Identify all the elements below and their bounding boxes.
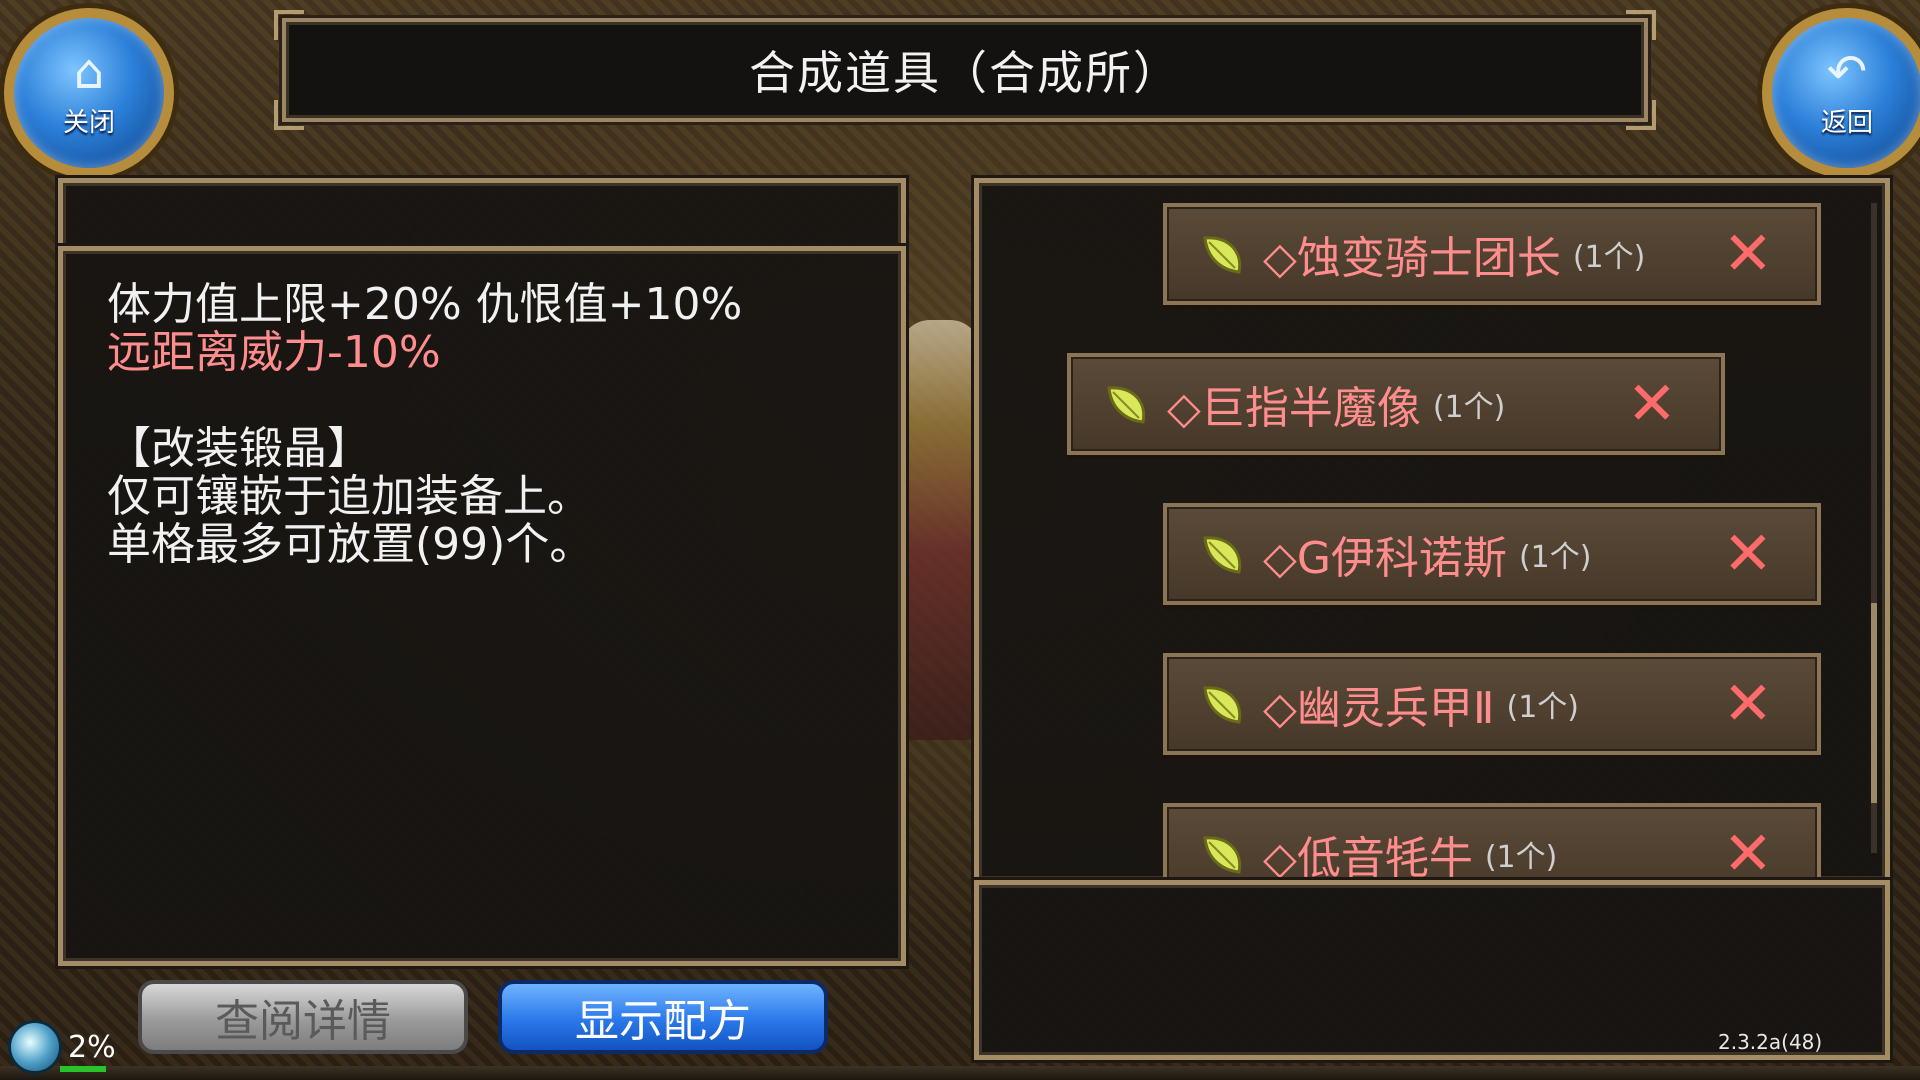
leaf-crystal-icon [1197,228,1249,280]
usage-line: 仅可镶嵌于追加装备上。 [107,471,591,522]
frame-corner-ornament [1626,10,1656,40]
bottom-strip [0,1066,1920,1080]
frame-corner-ornament [1626,100,1656,130]
material-item[interactable]: ◇低音牦牛 (1个) ✕ [1163,803,1821,879]
frame-corner-ornament [274,100,304,130]
leaf-crystal-icon [1101,378,1153,430]
material-item[interactable]: ◇幽灵兵甲Ⅱ (1个) ✕ [1163,653,1821,755]
leaf-crystal-icon [1197,678,1249,730]
frame-corner-ornament [274,10,304,40]
leaf-crystal-icon [1197,528,1249,580]
material-quantity: (1个) [1518,540,1592,575]
material-item[interactable]: ◇G伊科诺斯 (1个) ✕ [1163,503,1821,605]
material-name: ◇G伊科诺斯 [1263,533,1507,584]
material-quantity: (1个) [1572,240,1646,275]
stat-bonus-line: 体力值上限+20% 仇恨值+10% [107,279,743,330]
home-icon: ⌂ [73,43,105,100]
material-quantity: (1个) [1484,840,1558,875]
page-title: 合成道具（合成所） [749,46,1181,100]
back-button-label: 返回 [1820,107,1873,138]
undo-arrow-icon: ↶ [1826,43,1868,100]
version-label: 2.3.2a(48) [1718,1030,1823,1054]
remove-x-icon[interactable]: ✕ [1723,824,1773,879]
progress-bar [60,1066,106,1072]
background-character [900,320,980,740]
description-header [58,178,906,249]
material-list[interactable]: ◇蚀变骑士团长 (1个) ✕ ◇巨指半魔像 (1个) ✕ ◇G伊科诺斯 (1个)… [979,183,1885,879]
material-name: ◇低音牦牛 [1263,833,1473,879]
material-name: ◇蚀变骑士团长 [1263,233,1561,284]
item-description: 体力值上限+20% 仇恨值+10% 远距离威力-10% 【改装锻晶】 仅可镶嵌于… [107,281,871,569]
stack-limit-line: 单格最多可放置(99)个。 [107,519,594,570]
game-screen: 合成道具（合成所） ⌂ 关闭 ↶ 返回 体力值上限+20% 仇恨值+10% 远距… [0,0,1920,1080]
remove-x-icon[interactable]: ✕ [1723,224,1773,284]
material-list-panel: ◇蚀变骑士团长 (1个) ✕ ◇巨指半魔像 (1个) ✕ ◇G伊科诺斯 (1个)… [974,178,1890,884]
material-item[interactable]: ◇巨指半魔像 (1个) ✕ [1067,353,1725,455]
close-button[interactable]: ⌂ 关闭 [4,8,174,178]
remove-x-icon[interactable]: ✕ [1723,524,1773,584]
leaf-crystal-icon [1197,828,1249,879]
remove-x-icon[interactable]: ✕ [1723,674,1773,734]
view-details-button[interactable]: 查阅详情 [138,980,468,1054]
stat-penalty-line: 远距离威力-10% [107,327,441,378]
progress-percent: 2% [68,1029,116,1065]
material-quantity: (1个) [1506,690,1580,725]
item-type-line: 【改装锻晶】 [107,423,371,474]
material-name: ◇幽灵兵甲Ⅱ [1263,683,1495,734]
scrollbar-thumb[interactable] [1871,603,1877,803]
title-bar: 合成道具（合成所） [274,10,1656,130]
list-scrollbar[interactable] [1871,203,1877,853]
description-panel: 体力值上限+20% 仇恨值+10% 远距离威力-10% 【改装锻晶】 仅可镶嵌于… [58,246,906,966]
progress-orb-icon [8,1020,62,1074]
remove-x-icon[interactable]: ✕ [1627,374,1677,434]
back-button[interactable]: ↶ 返回 [1762,8,1920,178]
show-recipe-button[interactable]: 显示配方 [498,980,828,1054]
material-name: ◇巨指半魔像 [1167,383,1421,434]
close-button-label: 关闭 [62,107,115,138]
material-quantity: (1个) [1432,390,1506,425]
material-item[interactable]: ◇蚀变骑士团长 (1个) ✕ [1163,203,1821,305]
